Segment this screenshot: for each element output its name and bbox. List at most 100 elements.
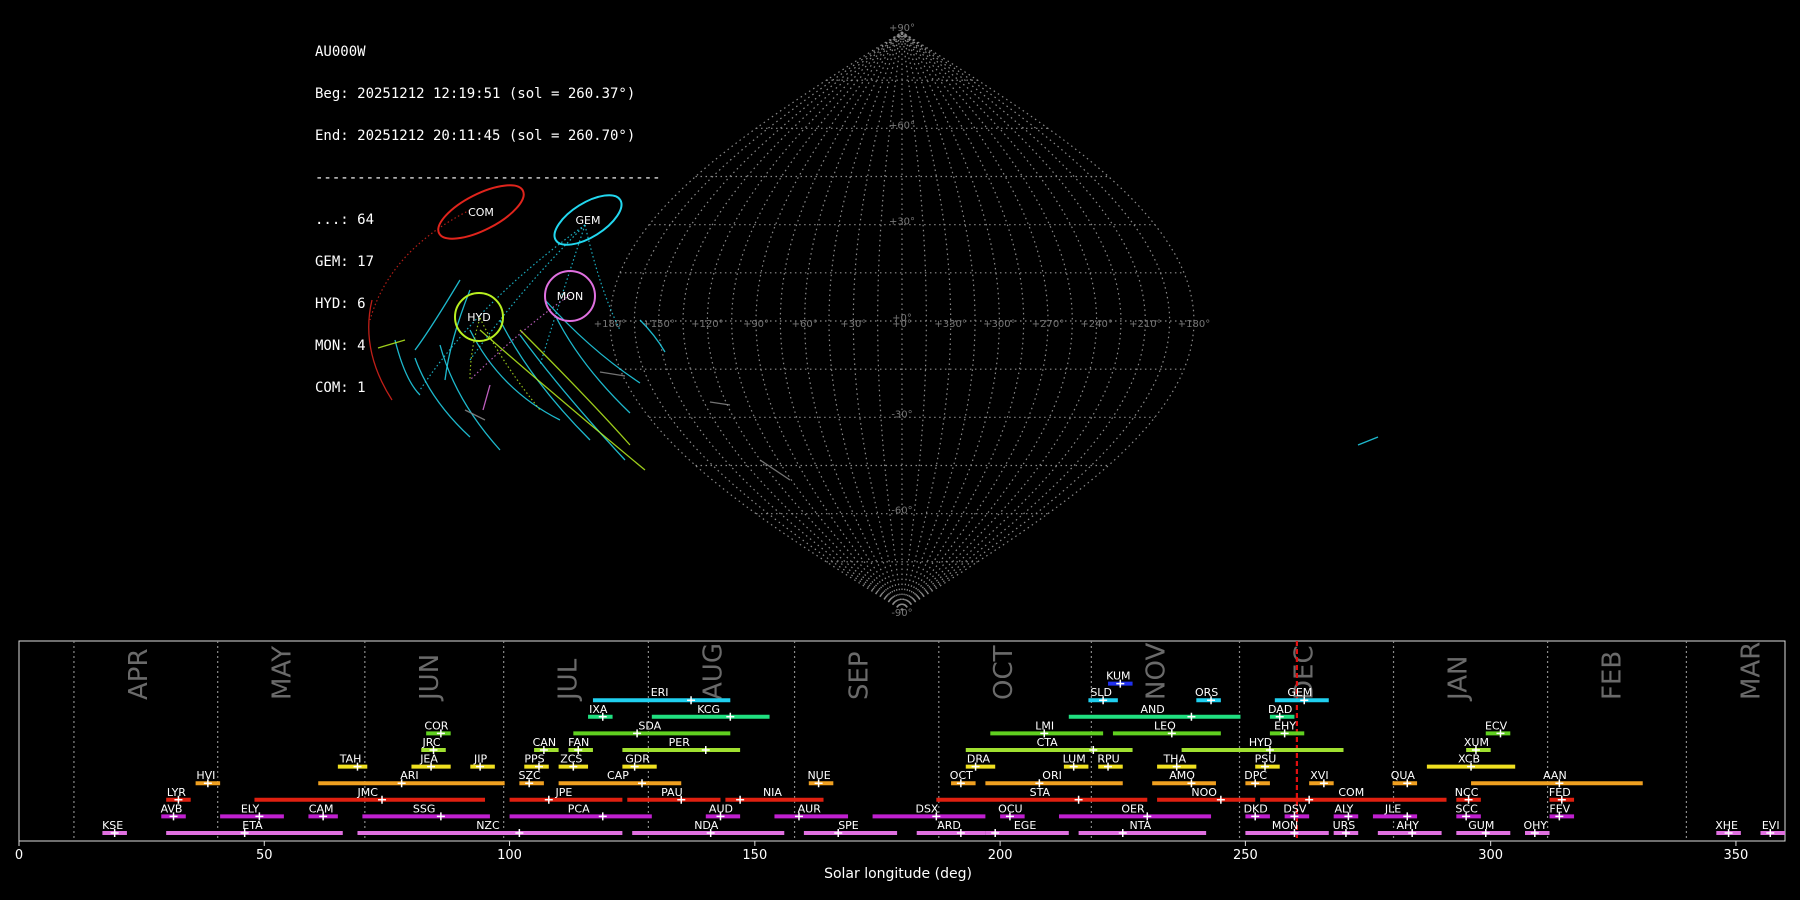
shower-label: SPE xyxy=(838,819,859,832)
shower-peak-marker xyxy=(436,812,445,821)
shower-label: FEV xyxy=(1549,802,1570,815)
shower-label: URS xyxy=(1333,819,1356,832)
shower-label: QUA xyxy=(1391,769,1416,782)
shower-label: NDA xyxy=(694,819,719,832)
shower-label: ZCS xyxy=(560,753,582,766)
shower-label: NUE xyxy=(807,769,830,782)
shower-label: DAD xyxy=(1268,703,1292,716)
shower-label: OHY xyxy=(1523,819,1547,832)
shower-label: AMO xyxy=(1169,769,1195,782)
shower-label: COR xyxy=(424,719,448,732)
shower-label: XHE xyxy=(1715,819,1738,832)
shower-label: LEO xyxy=(1154,719,1176,732)
shower-peak-marker xyxy=(544,795,553,804)
shower-label: DSV xyxy=(1283,802,1306,815)
shower-peak-marker xyxy=(638,779,647,788)
shower-label: LYR xyxy=(167,786,186,799)
shower-label: OCT xyxy=(950,769,973,782)
shower-label: JPE xyxy=(555,786,573,799)
shower-label: CTA xyxy=(1037,736,1059,749)
shower-label: ARI xyxy=(400,769,418,782)
shower-label: FED xyxy=(1549,786,1571,799)
shower-label: DSX xyxy=(915,802,938,815)
shower-label: NOO xyxy=(1191,786,1217,799)
x-tick-label: 350 xyxy=(1724,848,1749,863)
shower-label: ETA xyxy=(242,819,263,832)
shower-peak-marker xyxy=(1089,746,1098,754)
shower-label: CAN xyxy=(533,736,556,749)
shower-label: OCU xyxy=(998,802,1022,815)
shower-peak-marker xyxy=(1216,795,1225,804)
shower-label: NTA xyxy=(1130,819,1152,832)
shower-peak-marker xyxy=(598,812,607,821)
shower-label: GUM xyxy=(1468,819,1494,832)
shower-label: DKD xyxy=(1244,802,1268,815)
shower-label: EVI xyxy=(1762,819,1780,832)
shower-peak-marker xyxy=(378,795,387,804)
shower-label: STA xyxy=(1030,786,1051,799)
shower-label: CAM xyxy=(309,802,334,815)
shower-peak-marker xyxy=(515,829,524,837)
shower-label: CAP xyxy=(607,769,629,782)
x-tick-label: 300 xyxy=(1478,848,1503,863)
shower-label: SLD xyxy=(1090,686,1112,699)
month-label: AUG xyxy=(698,643,728,700)
shower-label: OER xyxy=(1121,802,1145,815)
shower-label: AHY xyxy=(1396,819,1419,832)
shower-label: SDA xyxy=(638,719,661,732)
shower-peak-marker xyxy=(687,696,696,705)
shower-label: ORS xyxy=(1195,686,1218,699)
shower-label: NZC xyxy=(476,819,500,832)
shower-label: FAN xyxy=(568,736,589,749)
month-label: SEP xyxy=(845,651,875,700)
month-label: MAR xyxy=(1736,642,1766,700)
month-label: APR xyxy=(124,648,154,700)
shower-label: AAN xyxy=(1543,769,1567,782)
x-tick-label: 0 xyxy=(15,848,23,863)
month-label: OCT xyxy=(989,645,1019,700)
shower-label: TAH xyxy=(339,753,362,766)
shower-label: AUD xyxy=(709,802,733,815)
shower-label: KUM xyxy=(1106,670,1130,683)
x-tick-label: 200 xyxy=(988,848,1013,863)
shower-label: JRC xyxy=(422,736,441,749)
shower-label: LMI xyxy=(1035,719,1054,732)
shower-label: DRA xyxy=(967,753,991,766)
shower-label: LUM xyxy=(1063,753,1086,766)
shower-label: PPS xyxy=(524,753,544,766)
month-label: MAY xyxy=(268,646,298,700)
month-label: JAN xyxy=(1444,656,1474,702)
shower-label: ELY xyxy=(241,802,260,815)
shower-label: THA xyxy=(1162,753,1186,766)
shower-label: SZC xyxy=(519,769,542,782)
shower-label: KCG xyxy=(697,703,720,716)
shower-label: ARD xyxy=(937,819,961,832)
shower-label: SSG xyxy=(413,802,436,815)
x-tick-label: 150 xyxy=(742,848,767,863)
x-tick-label: 50 xyxy=(256,848,273,863)
shower-label: MON xyxy=(1272,819,1298,832)
shower-label: PER xyxy=(669,736,691,749)
shower-label: XCB xyxy=(1458,753,1480,766)
shower-peak-marker xyxy=(1074,795,1083,804)
shower-label: XVI xyxy=(1310,769,1328,782)
shower-label: ECV xyxy=(1485,719,1508,732)
shower-peak-marker xyxy=(701,746,710,754)
shower-label: EGE xyxy=(1014,819,1036,832)
shower-peak-marker xyxy=(991,829,1000,837)
shower-label: EHY xyxy=(1274,719,1296,732)
shower-label: JEA xyxy=(419,753,438,766)
x-axis-label-text: Solar longitude (deg) xyxy=(824,866,972,882)
x-tick-label: 100 xyxy=(497,848,522,863)
x-tick-label: 250 xyxy=(1233,848,1258,863)
shower-timeline: APR MAY JUN JUL AUG SEP OCT NOV DEC JAN FEB MARKUME… xyxy=(15,640,1786,863)
shower-label: AUR xyxy=(798,802,822,815)
shower-label: RPU xyxy=(1097,753,1119,766)
shower-label: NCC xyxy=(1455,786,1479,799)
shower-peak-marker xyxy=(1187,712,1196,721)
shower-label: HYD xyxy=(1249,736,1272,749)
shower-label: ERI xyxy=(651,686,669,699)
shower-label: JLE xyxy=(1384,802,1401,815)
month-label: JUL xyxy=(554,658,584,702)
shower-label: PCA xyxy=(568,802,590,815)
